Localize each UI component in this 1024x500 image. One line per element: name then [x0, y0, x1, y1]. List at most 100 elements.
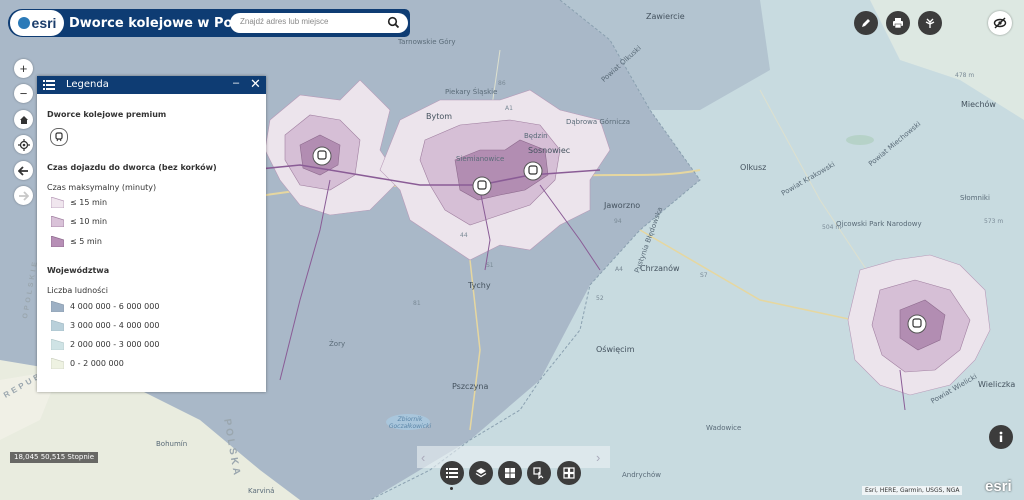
legend-swatch [51, 196, 64, 208]
legend-item: ≤ 5 min [51, 235, 102, 247]
measure-tool-button[interactable] [527, 461, 551, 485]
arrow-right-icon [19, 190, 29, 201]
place-label: Piekary Śląskie [445, 88, 498, 96]
legend-item: ≤ 10 min [51, 215, 107, 227]
home-button[interactable] [14, 110, 33, 129]
place-label: Tarnowskie Góry [398, 38, 456, 46]
place-label: Ojcowski Park Narodowy [836, 220, 922, 228]
legend-item-label: 4 000 000 - 6 000 000 [70, 301, 160, 311]
layers-tool-button[interactable] [469, 461, 493, 485]
zoom-out-button[interactable]: − [14, 84, 33, 103]
legend-list-icon [43, 80, 55, 90]
place-label: Andrychów [622, 471, 661, 479]
active-indicator [450, 487, 453, 490]
chevron-right-icon[interactable]: › [596, 450, 600, 465]
road-number: 94 [614, 218, 622, 225]
search-icon[interactable] [387, 16, 400, 29]
road-number: S7 [700, 272, 708, 279]
hide-icon [993, 17, 1007, 29]
pencil-icon [862, 19, 870, 27]
place-label: Miechów [961, 100, 996, 109]
place-label: Olkusz [740, 163, 767, 172]
place-label: Wieliczka [978, 380, 1016, 389]
road-number: 86 [498, 80, 506, 87]
legend-item: 4 000 000 - 6 000 000 [51, 300, 159, 312]
road-number: S1 [486, 262, 494, 269]
measure-icon [533, 467, 544, 479]
place-label: Wadowice [706, 424, 742, 432]
legend-header: Legenda ‒ ✕ [37, 76, 266, 94]
elevation-label: 573 m [984, 218, 1004, 225]
place-label: Chrzanów [640, 264, 680, 273]
legend-panel: Legenda ‒ ✕ Dworce kolejowe premium Czas… [37, 76, 266, 392]
apps-icon [563, 467, 575, 479]
legend-swatch [51, 215, 64, 227]
basemap-button[interactable] [918, 11, 942, 35]
visibility-toggle-button[interactable] [988, 11, 1012, 35]
close-icon[interactable]: ✕ [250, 76, 261, 92]
place-label: Sosnowiec [528, 146, 571, 155]
road-number: 52 [596, 295, 604, 302]
road-number: 44 [460, 232, 468, 239]
place-label: Bytom [426, 112, 453, 121]
print-icon [893, 18, 903, 29]
place-label: Oświęcim [596, 345, 635, 354]
road-number: A1 [505, 105, 513, 112]
legend-swatch [51, 235, 64, 247]
grid-icon [505, 468, 515, 478]
legend-swatch [51, 319, 64, 331]
gallery-tool-button[interactable] [557, 461, 581, 485]
previous-extent-button[interactable] [14, 161, 33, 180]
water-label: Zbiornik Goczałkowicki [388, 416, 432, 430]
elevation-label: 478 m [955, 72, 975, 79]
place-label: Będzin [524, 132, 548, 140]
place-label: Siemianowice [456, 155, 505, 163]
road-number: 81 [413, 300, 421, 307]
legend-item-label: ≤ 10 min [70, 216, 108, 226]
info-button[interactable] [989, 425, 1013, 449]
locate-icon [17, 138, 30, 151]
minimize-icon[interactable]: ‒ [233, 77, 239, 89]
legend-section-title: Czas dojazdu do dworca (bez korków) [47, 163, 217, 172]
legend-tool-button[interactable] [440, 461, 464, 485]
print-button[interactable] [886, 11, 910, 35]
place-label: Tychy [468, 281, 491, 290]
legend-item: 0 - 2 000 000 [51, 357, 124, 369]
legend-swatch [51, 338, 64, 350]
zoom-in-button[interactable]: + [14, 59, 33, 78]
minus-icon: − [19, 86, 28, 101]
legend-item-label: ≤ 5 min [70, 236, 102, 246]
locate-button[interactable] [14, 135, 33, 154]
train-station-icon [50, 128, 68, 146]
home-icon [19, 115, 28, 124]
globe-icon [17, 17, 30, 29]
basemap-gallery-button[interactable] [498, 461, 522, 485]
place-label: Karviná [248, 487, 275, 495]
legend-list-icon [446, 468, 458, 478]
legend-title: Legenda [66, 79, 109, 90]
chevron-left-icon[interactable]: ‹ [421, 450, 425, 465]
map-attribution[interactable]: Esri, HERE, Garmin, USGS, NGA [862, 486, 963, 495]
legend-item-label: 0 - 2 000 000 [70, 358, 124, 368]
legend-item-label: 2 000 000 - 3 000 000 [70, 339, 160, 349]
place-label: Zawiercie [646, 12, 685, 21]
legend-section-title: Dworce kolejowe premium [47, 110, 167, 119]
place-label: Dąbrowa Górnicza [566, 118, 631, 126]
road-number: A4 [615, 266, 623, 273]
search-input[interactable]: Znajdź adres lub miejsce [230, 13, 408, 33]
place-label: Bohumín [156, 440, 188, 448]
powered-by-esri-logo[interactable]: esri [985, 478, 1012, 495]
layers-icon [475, 468, 487, 478]
legend-section-title: Województwa [47, 266, 110, 275]
legend-swatch [51, 357, 64, 369]
search-placeholder: Znajdź adres lub miejsce [240, 17, 329, 26]
legend-item: 3 000 000 - 4 000 000 [51, 319, 159, 331]
legend-item-label: ≤ 15 min [70, 197, 108, 207]
draw-button[interactable] [854, 11, 878, 35]
basemap-icon [925, 18, 935, 28]
legend-item: 2 000 000 - 3 000 000 [51, 338, 159, 350]
legend-subtitle: Czas maksymalny (minuty) [47, 183, 157, 192]
logo-text: esri [31, 15, 57, 31]
legend-swatch [51, 300, 64, 312]
next-extent-button[interactable] [14, 186, 33, 205]
